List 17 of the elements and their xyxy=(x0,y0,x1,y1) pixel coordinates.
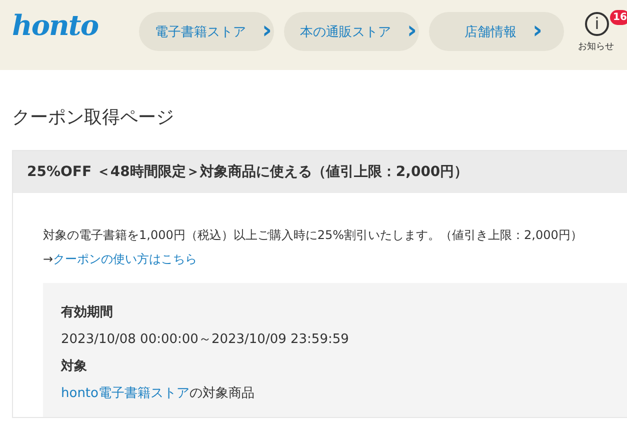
detail-label: 対象 xyxy=(61,358,88,376)
info-icon[interactable]: i xyxy=(585,12,609,36)
nav-button[interactable]: 本の通販ストア › xyxy=(284,12,419,51)
coupon-title: 25%OFF ＜48時間限定＞対象商品に使える（値引上限：2,000円） xyxy=(13,151,627,193)
page-title: クーポン取得ページ xyxy=(12,106,175,130)
logo[interactable]: honto xyxy=(10,6,104,48)
store-link[interactable]: honto電子書籍ストア xyxy=(61,386,190,401)
howto-link[interactable]: クーポンの使い方はこちら xyxy=(53,252,198,266)
notice-label[interactable]: お知らせ xyxy=(578,40,614,53)
notification-badge: 16 xyxy=(610,10,627,25)
detail-label: 有効期間 xyxy=(61,304,114,322)
detail-value: 2023/10/08 00:00:00～2023/10/09 23:59:59 xyxy=(61,331,350,349)
nav-button[interactable]: 店舗情報 › xyxy=(429,12,564,51)
nav-button[interactable]: 電子書籍ストア › xyxy=(139,12,274,51)
detail-value: honto電子書籍ストアの対象商品 xyxy=(61,385,256,403)
coupon-description: 対象の電子書籍を1,000円（税込）以上ご購入時に25%割引いたします。（値引き上限：2,000円） xyxy=(43,227,584,244)
arrow-text: → xyxy=(43,252,54,266)
